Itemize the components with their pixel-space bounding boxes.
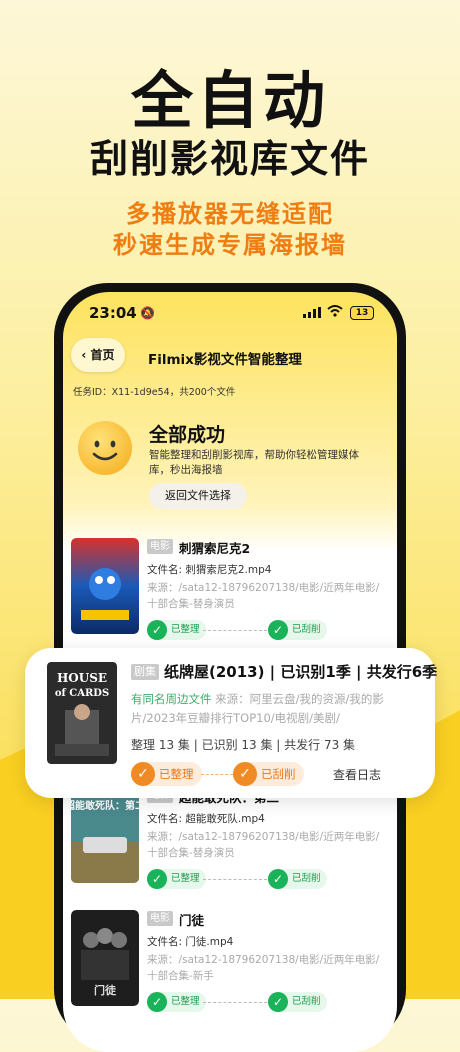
task-id: 任务ID：X11-1d9e54，共200个文件 xyxy=(73,387,236,398)
poster-title-text: 超能敢死队：第二 xyxy=(71,799,139,812)
hero-title: 全自动 xyxy=(130,64,329,137)
item-title: 门徒 xyxy=(179,913,205,928)
item-filename: 文件名: 门徒.mp4 xyxy=(147,936,234,948)
featured-card[interactable]: HOUSE of CARDS 剧集 纸牌屋(2013) | 已识别1季 | 共发… xyxy=(25,648,438,798)
battery-icon: 13 xyxy=(350,306,374,320)
poster-image xyxy=(71,538,139,634)
featured-title: 纸牌屋(2013) | 已识别1季 | 共发行6季 xyxy=(164,663,438,681)
list-item[interactable]: 电影 刺猬索尼克2 文件名: 刺猬索尼克2.mp4 来源：/sata12-187… xyxy=(63,538,397,658)
hero-tagline-2: 秒速生成专属海报墙 xyxy=(113,231,347,259)
hero-tagline-1: 多播放器无缝适配 xyxy=(126,200,334,228)
status-scraped: ✓ 已刮削 xyxy=(268,992,327,1012)
smiley-icon xyxy=(78,421,132,475)
item-source: 来源：/sata12-18796207138/电影/近两年电影/十部合集-新手 xyxy=(147,954,380,982)
result-description: 智能整理和刮削影视库，帮助你轻松管理媒体库，秒出海报墙 xyxy=(149,449,359,476)
check-icon: ✓ xyxy=(268,620,288,640)
same-name-link[interactable]: 有同名周边文件 xyxy=(131,692,212,706)
featured-source: 有同名周边文件 来源：阿里云盘/我的资源/我的影片/2023年豆瓣排行TOP10… xyxy=(131,690,421,728)
status-organized: ✓ 已整理 xyxy=(147,992,206,1012)
poster-title-text: of CARDS xyxy=(55,688,109,699)
check-icon: ✓ xyxy=(131,762,155,786)
wifi-icon xyxy=(327,305,343,317)
poster-title-text: HOUSE xyxy=(57,671,107,685)
check-icon: ✓ xyxy=(147,992,167,1012)
category-badge: 剧集 xyxy=(131,664,159,680)
status-scraped: ✓ 已刮削 xyxy=(233,762,304,786)
return-file-select-button[interactable]: 返回文件选择 xyxy=(149,483,247,509)
item-filename: 文件名: 刺猬索尼克2.mp4 xyxy=(147,564,272,576)
status-scraped: ✓ 已刮削 xyxy=(268,620,327,640)
view-log-button[interactable]: 查看日志 xyxy=(333,766,381,783)
divider xyxy=(203,1002,267,1003)
result-title: 全部成功 xyxy=(149,424,226,446)
list-item[interactable]: 门徒 电影 门徒 文件名: 门徒.mp4 来源：/sata12-18796207… xyxy=(63,910,397,1030)
item-title: 刺猬索尼克2 xyxy=(179,541,251,556)
nav-title: Filmix影视文件智能整理 xyxy=(148,352,302,368)
divider xyxy=(201,774,233,775)
status-bar: 23:04 🔕 13 xyxy=(63,292,397,332)
check-icon: ✓ xyxy=(233,762,257,786)
back-label: 首页 xyxy=(90,348,115,362)
item-source: 来源：/sata12-18796207138/电影/近两年电影/十部合集-替身演… xyxy=(147,831,380,859)
check-icon: ✓ xyxy=(147,620,167,640)
status-time: 23:04 xyxy=(89,304,137,322)
back-button[interactable]: ‹ 首页 xyxy=(71,338,125,372)
signal-icon xyxy=(303,307,321,318)
status-organized: ✓ 已整理 xyxy=(131,762,202,786)
divider xyxy=(203,879,267,880)
hero-subtitle: 刮削影视库文件 xyxy=(89,137,370,181)
status-organized: ✓ 已整理 xyxy=(147,869,206,889)
status-organized: ✓ 已整理 xyxy=(147,620,206,640)
check-icon: ✓ xyxy=(147,869,167,889)
chevron-left-icon: ‹ xyxy=(81,348,91,362)
mute-bell-icon: 🔕 xyxy=(140,306,155,320)
check-icon: ✓ xyxy=(268,992,288,1012)
category-badge: 电影 xyxy=(147,539,173,554)
poster-title-text: 门徒 xyxy=(94,983,117,997)
poster-image: 超能敢死队：第二 xyxy=(71,787,139,883)
status-scraped: ✓ 已刮削 xyxy=(268,869,327,889)
item-filename: 文件名: 超能敢死队.mp4 xyxy=(147,813,265,825)
divider xyxy=(203,630,267,631)
category-badge: 电影 xyxy=(147,911,173,926)
item-source: 来源：/sata12-18796207138/电影/近两年电影/十部合集-替身演… xyxy=(147,582,380,610)
poster-image: HOUSE of CARDS xyxy=(47,662,117,764)
poster-image: 门徒 xyxy=(71,910,139,1006)
check-icon: ✓ xyxy=(268,869,288,889)
featured-stats: 整理 13 集 | 已识别 13 集 | 共发行 73 集 xyxy=(131,738,356,752)
list-item[interactable]: 超能敢死队：第二 电影 超能敢死队：第二 文件名: 超能敢死队.mp4 来源：/… xyxy=(63,787,397,907)
